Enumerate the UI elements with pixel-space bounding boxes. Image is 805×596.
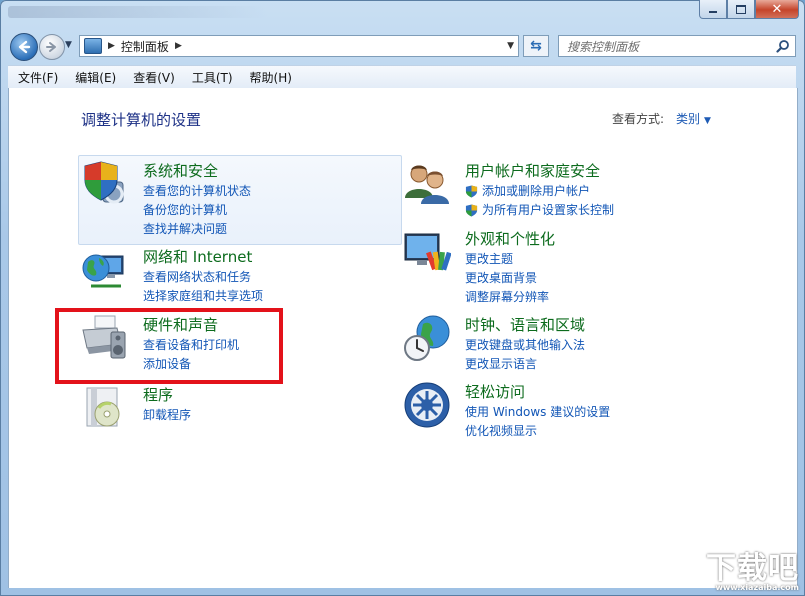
category-programs: 程序 卸载程序 <box>81 384 281 434</box>
link-text: 添加或删除用户帐户 <box>482 184 591 198</box>
address-bar[interactable]: ▶ 控制面板 ▶ ▼ <box>79 35 519 57</box>
view-by-dropdown[interactable]: 类别 ▼ <box>676 110 711 127</box>
link-change-theme[interactable]: 更改主题 <box>465 250 549 269</box>
refresh-icon: ⇆ <box>530 38 542 54</box>
minimize-icon <box>709 11 717 13</box>
recent-pages-dropdown[interactable]: ▼ <box>65 40 72 50</box>
programs-disc-icon <box>86 387 120 427</box>
menu-tools[interactable]: 工具(T) <box>182 69 240 86</box>
monitor-palette-icon <box>404 233 451 271</box>
close-icon: ✕ <box>771 1 783 17</box>
category-title[interactable]: 用户帐户和家庭安全 <box>465 160 600 181</box>
view-by-value: 类别 <box>676 112 701 126</box>
category-appearance: 外观和个性化 更改主题 更改桌面背景 调整屏幕分辨率 <box>403 228 723 304</box>
breadcrumb-separator-icon[interactable]: ▶ <box>175 41 182 51</box>
search-input[interactable] <box>565 37 779 57</box>
uac-shield-icon <box>465 185 478 198</box>
control-panel-icon <box>84 38 102 54</box>
maximize-icon <box>736 4 746 14</box>
category-user-accounts: 用户帐户和家庭安全 添加或删除用户帐户 为所有用户设置家长控制 <box>403 160 723 220</box>
category-title[interactable]: 系统和安全 <box>143 160 218 181</box>
shield-computer-icon <box>84 161 124 204</box>
category-network-internet: 网络和 Internet 查看网络状态和任务 选择家庭组和共享选项 <box>81 246 401 306</box>
control-panel-window: ✕ ▼ ▶ 控制面板 ▶ ▼ ⇆ 搜索控制面板 文件(F) 编辑(E) 查看(V… <box>0 0 805 596</box>
link-troubleshoot[interactable]: 查找并解决问题 <box>143 220 251 239</box>
forward-arrow-icon <box>46 42 56 52</box>
link-view-computer-status[interactable]: 查看您的计算机状态 <box>143 182 251 201</box>
watermark-text: 下载吧 <box>706 551 799 586</box>
page-title: 调整计算机的设置 <box>81 111 202 129</box>
address-history-dropdown[interactable]: ▼ <box>507 41 514 51</box>
category-clock-language-region: 时钟、语言和区域 更改键盘或其他输入法 更改显示语言 <box>403 314 723 374</box>
close-button[interactable]: ✕ <box>755 0 799 19</box>
link-change-keyboard[interactable]: 更改键盘或其他输入法 <box>465 336 585 355</box>
minimize-button[interactable] <box>699 0 727 19</box>
watermark-url: www.xiazaiba.com <box>715 583 799 592</box>
refresh-button[interactable]: ⇆ <box>523 35 549 57</box>
breadcrumb-separator-icon[interactable]: ▶ <box>108 41 115 51</box>
category-ease-of-access: 轻松访问 使用 Windows 建议的设置 优化视频显示 <box>403 381 723 441</box>
link-text: 为所有用户设置家长控制 <box>482 203 615 217</box>
menu-view[interactable]: 查看(V) <box>123 69 182 86</box>
menu-help[interactable]: 帮助(H) <box>240 69 299 86</box>
link-network-status[interactable]: 查看网络状态和任务 <box>143 268 263 287</box>
category-title[interactable]: 程序 <box>143 384 173 405</box>
chevron-down-icon: ▼ <box>704 116 711 126</box>
watermark-logo: 下载吧 www.xiazaiba.com <box>706 543 799 592</box>
link-recommended-settings[interactable]: 使用 Windows 建议的设置 <box>465 403 610 422</box>
link-backup-computer[interactable]: 备份您的计算机 <box>143 201 251 220</box>
link-homegroup-sharing[interactable]: 选择家庭组和共享选项 <box>143 287 263 306</box>
maximize-button[interactable] <box>727 0 755 19</box>
view-by-label: 查看方式: <box>612 112 665 126</box>
search-box <box>558 35 796 57</box>
category-title[interactable]: 网络和 Internet <box>143 246 252 267</box>
red-highlight-box <box>55 308 283 384</box>
link-display-language[interactable]: 更改显示语言 <box>465 355 585 374</box>
clock-globe-icon <box>404 315 450 361</box>
menu-edit[interactable]: 编辑(E) <box>65 69 123 86</box>
category-title[interactable]: 轻松访问 <box>465 381 525 402</box>
category-title[interactable]: 外观和个性化 <box>465 228 555 249</box>
menu-bar: 文件(F) 编辑(E) 查看(V) 工具(T) 帮助(H) <box>8 65 796 89</box>
link-optimize-video[interactable]: 优化视频显示 <box>465 422 610 441</box>
title-bar: ✕ <box>0 0 805 30</box>
ease-of-access-icon <box>404 382 450 428</box>
back-button[interactable] <box>10 33 38 61</box>
network-globe-icon <box>82 254 124 288</box>
breadcrumb-control-panel[interactable]: 控制面板 <box>121 38 169 55</box>
link-desktop-background[interactable]: 更改桌面背景 <box>465 269 549 288</box>
blurred-title-area <box>8 6 268 18</box>
content-pane: 调整计算机的设置 查看方式: 类别 ▼ 系统和安全 查看您的计算机状态 备份您的计… <box>8 88 798 588</box>
users-icon <box>405 165 449 204</box>
category-title[interactable]: 时钟、语言和区域 <box>465 314 585 335</box>
category-system-security: 系统和安全 查看您的计算机状态 备份您的计算机 查找并解决问题 <box>81 160 401 240</box>
link-add-remove-accounts[interactable]: 添加或删除用户帐户 <box>465 182 614 201</box>
back-arrow-icon <box>18 40 31 54</box>
menu-file[interactable]: 文件(F) <box>8 69 65 86</box>
caption-buttons: ✕ <box>699 0 799 20</box>
link-uninstall-program[interactable]: 卸载程序 <box>143 406 191 425</box>
link-screen-resolution[interactable]: 调整屏幕分辨率 <box>465 288 549 307</box>
navigation-bar: ▼ ▶ 控制面板 ▶ ▼ ⇆ <box>0 30 805 62</box>
link-parental-controls[interactable]: 为所有用户设置家长控制 <box>465 201 614 220</box>
uac-shield-icon <box>465 204 478 217</box>
search-icon[interactable] <box>776 39 790 53</box>
forward-button[interactable] <box>39 34 65 60</box>
